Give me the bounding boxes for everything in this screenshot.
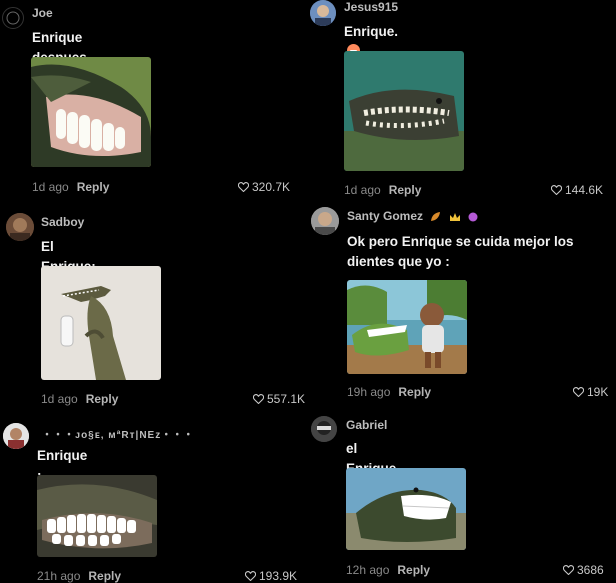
comment-text-content: Enrique.: [344, 24, 399, 39]
comment-text: Ok pero Enrique se cuida mejor los dient…: [347, 234, 574, 269]
avatar[interactable]: [311, 207, 339, 235]
reply-button[interactable]: Reply: [88, 569, 121, 583]
comment-image[interactable]: [344, 51, 464, 171]
like-button[interactable]: 320.7K: [238, 180, 290, 194]
timestamp: 19h ago: [347, 385, 391, 399]
purple-gem-icon: [468, 212, 478, 222]
avatar[interactable]: [6, 213, 34, 241]
username[interactable]: Sadboy: [41, 215, 84, 229]
heart-outline-icon: [551, 185, 562, 195]
comment-meta: 19h ago Reply: [347, 385, 431, 399]
like-count: 19K: [587, 385, 609, 399]
like-count: 193.9K: [259, 569, 298, 583]
avatar[interactable]: [311, 416, 337, 442]
comment-meta: 21h ago Reply: [37, 569, 121, 583]
heart-outline-icon: [253, 394, 264, 404]
avatar[interactable]: [310, 0, 336, 26]
like-button[interactable]: 144.6K: [551, 183, 603, 197]
comment-image[interactable]: [31, 57, 151, 167]
comment-meta: 12h ago Reply: [346, 563, 430, 577]
like-button[interactable]: 193.9K: [245, 569, 297, 583]
comment-image[interactable]: [41, 266, 161, 380]
comment-image[interactable]: [346, 468, 466, 550]
heart-outline-icon: [245, 571, 256, 581]
like-count: 144.6K: [565, 183, 604, 197]
timestamp: 12h ago: [346, 563, 390, 577]
reply-button[interactable]: Reply: [77, 180, 110, 194]
username[interactable]: Jesus915: [344, 0, 398, 14]
like-count: 3686: [577, 563, 604, 577]
reply-button[interactable]: Reply: [397, 563, 430, 577]
username[interactable]: Santy Gomez: [347, 209, 478, 223]
comment-meta: 1d ago Reply: [344, 183, 421, 197]
heart-outline-icon: [573, 387, 584, 397]
leaf-icon: [431, 212, 441, 221]
crown-icon: [449, 213, 460, 221]
username[interactable]: ・・・ᴊᴏ§ᴇ, ᴍªRᴛ|NEᴢ・・・: [42, 426, 194, 441]
timestamp: 1d ago: [41, 392, 78, 406]
reply-button[interactable]: Reply: [86, 392, 119, 406]
heart-outline-icon: [238, 182, 249, 192]
comment-image[interactable]: [347, 280, 467, 374]
heart-outline-icon: [563, 565, 574, 575]
username-text: Santy Gomez: [347, 209, 424, 223]
like-button[interactable]: 3686: [563, 563, 604, 577]
comment-meta: 1d ago Reply: [41, 392, 118, 406]
reply-button[interactable]: Reply: [398, 385, 431, 399]
like-count: 557.1K: [267, 392, 306, 406]
timestamp: 1d ago: [32, 180, 69, 194]
username[interactable]: Joe: [32, 6, 53, 20]
reply-button[interactable]: Reply: [389, 183, 422, 197]
timestamp: 1d ago: [344, 183, 381, 197]
avatar[interactable]: [2, 7, 24, 29]
like-button[interactable]: 19K: [573, 385, 608, 399]
like-count: 320.7K: [252, 180, 291, 194]
like-button[interactable]: 557.1K: [253, 392, 305, 406]
username[interactable]: Gabriel: [346, 418, 387, 432]
timestamp: 21h ago: [37, 569, 81, 583]
avatar[interactable]: [3, 423, 29, 449]
comment-image[interactable]: [37, 475, 157, 557]
comment-meta: 1d ago Reply: [32, 180, 109, 194]
